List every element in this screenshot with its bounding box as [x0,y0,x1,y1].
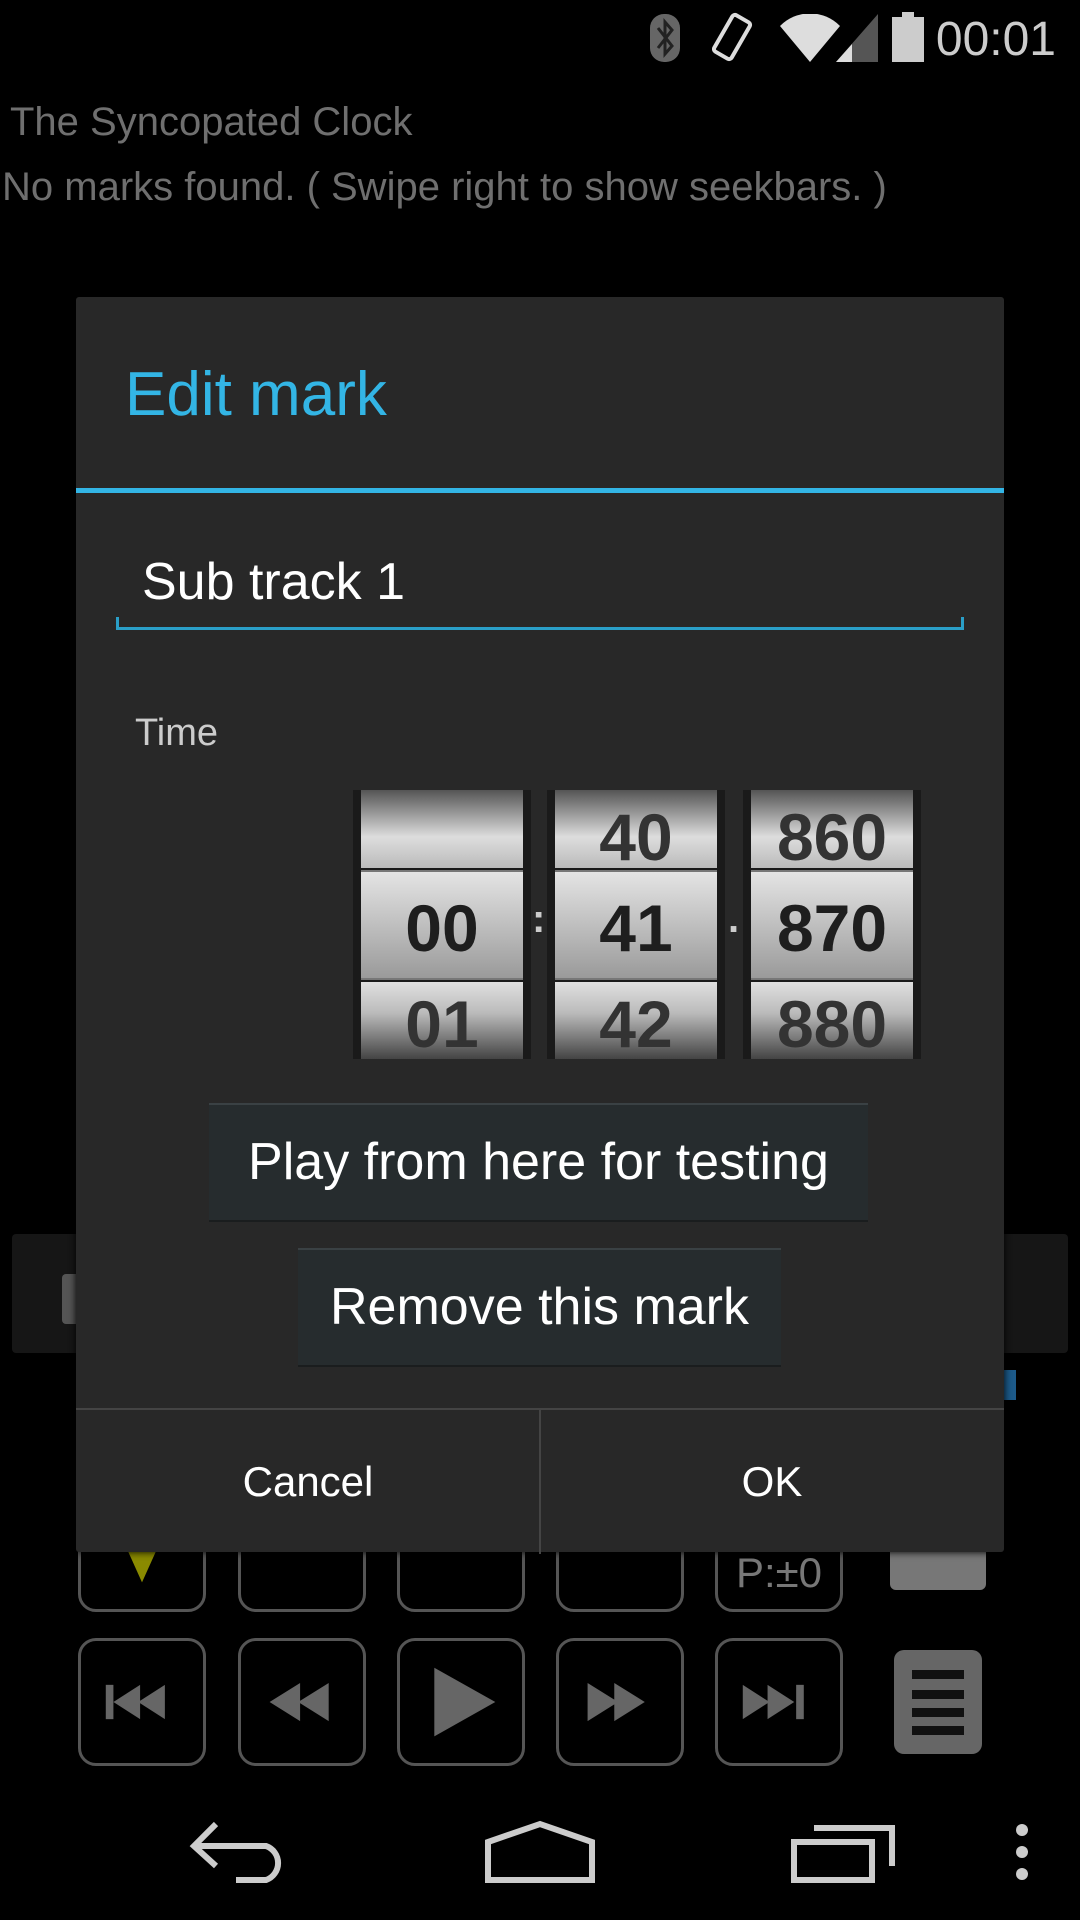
app-title: The Syncopated Clock [10,100,413,144]
marks-message: No marks found. ( Swipe right to show se… [2,165,887,209]
rewind-icon [269,1682,329,1722]
skip-end-button[interactable] [715,1638,843,1766]
dialog-title: Edit mark [125,360,387,429]
skip-start-button[interactable] [78,1638,206,1766]
ok-button[interactable]: OK [540,1410,1004,1554]
hours-next[interactable]: 01 [361,982,523,1059]
mark-name-field[interactable] [116,542,964,630]
fast-forward-icon [587,1682,645,1722]
millis-prev[interactable]: 860 [751,790,913,874]
fast-forward-button[interactable] [556,1638,684,1766]
time-separator-colon: : [532,897,546,941]
hours-picker[interactable]: 00 01 [353,790,531,1059]
skip-start-icon [105,1684,165,1720]
edit-mark-dialog: Edit mark Time 00 01 : 40 41 42 . 860 87… [76,297,1004,1554]
millis-picker[interactable]: 860 870 880 [743,790,921,1059]
menu-button[interactable] [894,1650,982,1754]
recents-icon[interactable] [790,1820,898,1884]
title-divider [76,488,1004,493]
minutes-next[interactable]: 42 [555,982,717,1059]
minutes-picker[interactable]: 40 41 42 [547,790,725,1059]
minutes-current[interactable]: 41 [555,870,717,980]
time-separator-dot: . [728,897,740,941]
minutes-prev[interactable]: 40 [555,790,717,874]
overflow-menu-icon[interactable] [1010,1820,1034,1884]
time-label: Time [135,712,219,754]
rewind-button[interactable] [238,1638,366,1766]
millis-next[interactable]: 880 [751,982,913,1059]
mark-name-input[interactable] [116,542,964,612]
status-bar: 00:01 [0,0,1080,75]
play-button[interactable] [397,1638,525,1766]
wifi-icon [780,14,878,62]
status-time: 00:01 [935,13,1056,66]
rotation-icon [712,12,753,62]
hours-current[interactable]: 00 [361,870,523,980]
back-icon[interactable] [186,1820,292,1884]
millis-current[interactable]: 870 [751,870,913,980]
remove-mark-button[interactable]: Remove this mark [298,1248,781,1367]
dialog-button-bar: Cancel OK [76,1408,1004,1554]
home-icon[interactable] [484,1820,596,1884]
hours-prev[interactable] [361,790,523,868]
cancel-button[interactable]: Cancel [76,1410,540,1554]
skip-end-icon [742,1684,804,1720]
bluetooth-icon [650,14,680,62]
play-from-here-button[interactable]: Play from here for testing [209,1103,868,1222]
list-icon [912,1670,964,1735]
play-icon [434,1667,496,1737]
battery-icon [892,12,924,62]
